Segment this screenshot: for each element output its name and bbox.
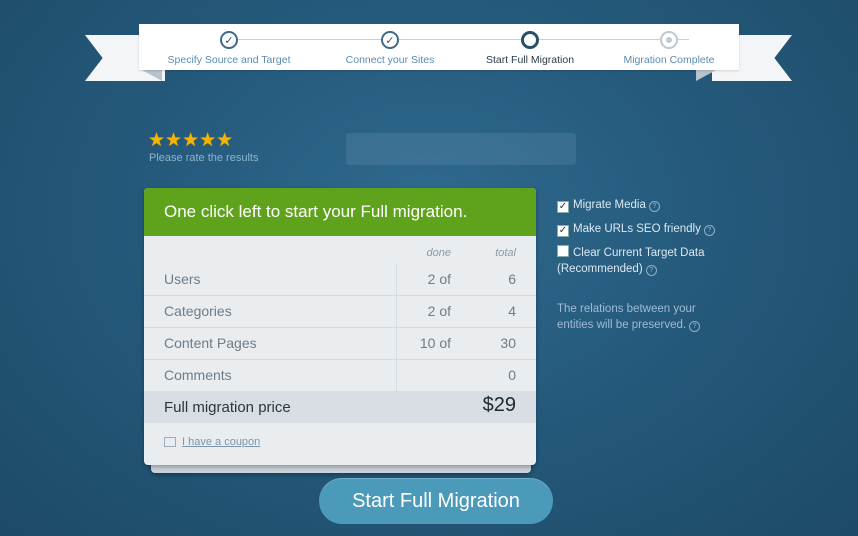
check-icon: ✓ bbox=[220, 31, 238, 49]
price-label: Full migration price bbox=[164, 399, 291, 416]
card-header: One click left to start your Full migrat… bbox=[144, 188, 536, 236]
rating-feedback-area bbox=[346, 133, 576, 165]
step-label: Migration Complete bbox=[623, 54, 715, 66]
row-done: 2 of bbox=[427, 271, 451, 287]
table-row: Comments 0 bbox=[144, 360, 536, 391]
clear-target-checkbox[interactable] bbox=[557, 245, 569, 257]
row-total: 0 bbox=[508, 367, 516, 383]
help-icon[interactable]: ? bbox=[645, 265, 657, 276]
table-row: Categories 2 of 4 bbox=[144, 296, 536, 328]
col-done-header: done bbox=[426, 247, 451, 259]
coupon-label[interactable]: I have a coupon bbox=[182, 436, 260, 448]
relations-note: The relations between your entities will… bbox=[557, 301, 727, 333]
check-icon: ✓ bbox=[381, 31, 399, 49]
price-row: Full migration price $29 bbox=[144, 391, 536, 423]
step-label: Connect your Sites bbox=[345, 54, 435, 66]
step-connect-sites: ✓ Connect your Sites bbox=[315, 31, 465, 66]
help-icon[interactable]: ? bbox=[689, 321, 701, 332]
row-done: 10 of bbox=[419, 335, 451, 351]
seo-urls-checkbox[interactable]: ✓ bbox=[557, 225, 569, 237]
step-label: Specify Source and Target bbox=[167, 54, 291, 66]
coupon-link[interactable]: I have a coupon bbox=[164, 436, 260, 448]
pending-step-icon bbox=[660, 31, 678, 49]
row-total: 30 bbox=[500, 335, 516, 351]
star-icon[interactable]: ★★★★★ bbox=[148, 129, 233, 151]
table-header: done total bbox=[144, 236, 536, 264]
col-total-header: total bbox=[495, 247, 516, 259]
price-value: $29 bbox=[482, 394, 516, 416]
row-total: 4 bbox=[508, 303, 516, 319]
row-label: Users bbox=[164, 271, 201, 287]
migration-summary-card: One click left to start your Full migrat… bbox=[144, 188, 536, 465]
column-divider bbox=[396, 296, 397, 327]
current-step-icon bbox=[521, 31, 539, 49]
table-row: Content Pages 10 of 30 bbox=[144, 328, 536, 360]
rating-stars[interactable]: ★★★★★ bbox=[148, 131, 233, 150]
option-label: Migrate Media bbox=[573, 199, 646, 211]
option-migrate-media[interactable]: ✓ Migrate Media? bbox=[557, 197, 660, 213]
help-icon[interactable]: ? bbox=[648, 201, 660, 212]
help-icon[interactable]: ? bbox=[703, 225, 715, 236]
note-text: The relations between your entities will… bbox=[557, 303, 696, 331]
step-specify-source: ✓ Specify Source and Target bbox=[154, 31, 304, 66]
option-label: Clear Current Target Data (Recommended) bbox=[557, 247, 705, 275]
row-label: Comments bbox=[164, 367, 232, 383]
option-clear-target-data[interactable]: Clear Current Target Data (Recommended)? bbox=[557, 245, 727, 277]
column-divider bbox=[396, 264, 397, 295]
table-row: Users 2 of 6 bbox=[144, 264, 536, 296]
step-start-full-migration: Start Full Migration bbox=[455, 31, 605, 66]
step-migration-complete: Migration Complete bbox=[594, 31, 744, 66]
column-divider bbox=[396, 360, 397, 391]
step-label: Start Full Migration bbox=[485, 54, 575, 66]
option-seo-urls[interactable]: ✓ Make URLs SEO friendly? bbox=[557, 221, 715, 237]
progress-ribbon: ✓ Specify Source and Target ✓ Connect yo… bbox=[139, 24, 739, 70]
rate-prompt: Please rate the results bbox=[149, 152, 259, 164]
row-label: Content Pages bbox=[164, 335, 257, 351]
row-done: 2 of bbox=[427, 303, 451, 319]
row-total: 6 bbox=[508, 271, 516, 287]
option-label: Make URLs SEO friendly bbox=[573, 223, 701, 235]
coupon-icon bbox=[164, 437, 176, 447]
row-label: Categories bbox=[164, 303, 232, 319]
start-full-migration-button[interactable]: Start Full Migration bbox=[319, 478, 553, 524]
column-divider bbox=[396, 328, 397, 359]
migrate-media-checkbox[interactable]: ✓ bbox=[557, 201, 569, 213]
